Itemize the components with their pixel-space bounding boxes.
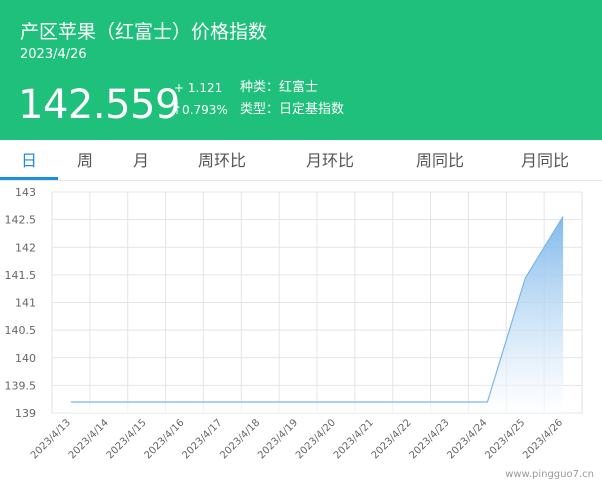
tab-week[interactable]: 周 bbox=[62, 140, 108, 180]
page-title: 产区苹果（红富士）价格指数 bbox=[20, 21, 268, 43]
y-tick-label: 140 bbox=[15, 352, 36, 365]
price-change-percent: ↑0.793% bbox=[172, 103, 228, 117]
y-tick-label: 139.5 bbox=[5, 379, 37, 392]
x-tick-label: 2023/4/24 bbox=[445, 417, 489, 461]
tab-month[interactable]: 月 bbox=[118, 140, 164, 180]
tab-day[interactable]: 日 bbox=[0, 140, 58, 180]
x-tick-label: 2023/4/22 bbox=[370, 417, 414, 461]
y-tick-label: 141.5 bbox=[5, 269, 37, 282]
index-price: 142.559 bbox=[18, 82, 180, 128]
x-tick-label: 2023/4/26 bbox=[521, 417, 565, 461]
y-tick-label: 139 bbox=[15, 407, 36, 420]
tab-week-year-over-year[interactable]: 周同比 bbox=[400, 140, 480, 180]
tab-month-year-over-year[interactable]: 月同比 bbox=[505, 140, 585, 180]
period-tabs: 日 周 月 周环比 月环比 周同比 月同比 bbox=[0, 140, 602, 181]
price-index-chart: 139 139.5 140 140.5 141 141.5 142 142.5 143 2023… bbox=[5, 186, 583, 461]
x-tick-label: 2023/4/16 bbox=[143, 417, 187, 461]
y-tick-label: 142 bbox=[15, 241, 36, 254]
x-tick-label: 2023/4/23 bbox=[408, 417, 452, 461]
watermark: www.pingguo7.cn bbox=[505, 469, 594, 480]
variety-label: 种类：红富士 bbox=[240, 80, 319, 95]
price-change: + 1.121 bbox=[174, 81, 223, 95]
tab-week-over-week[interactable]: 周环比 bbox=[182, 140, 262, 180]
x-tick-label: 2023/4/14 bbox=[67, 417, 111, 461]
x-tick-label: 2023/4/19 bbox=[256, 417, 300, 461]
x-tick-label: 2023/4/17 bbox=[180, 417, 224, 461]
header: 产区苹果（红富士）价格指数 2023/4/26 142.559 + 1.121 … bbox=[0, 0, 602, 140]
y-tick-label: 142.5 bbox=[5, 214, 37, 227]
x-tick-label: 2023/4/18 bbox=[218, 417, 262, 461]
x-tick-label: 2023/4/15 bbox=[105, 417, 149, 461]
x-tick-label: 2023/4/25 bbox=[483, 417, 527, 461]
x-tick-label: 2023/4/21 bbox=[332, 417, 376, 461]
type-label: 类型：日定基指数 bbox=[240, 102, 345, 117]
y-tick-label: 141 bbox=[15, 297, 36, 310]
x-tick-label: 2023/4/20 bbox=[294, 417, 338, 461]
tab-month-over-month[interactable]: 月环比 bbox=[290, 140, 370, 180]
y-tick-label: 140.5 bbox=[5, 324, 37, 337]
y-tick-label: 143 bbox=[15, 186, 36, 199]
index-date: 2023/4/26 bbox=[20, 47, 87, 62]
x-tick-label: 2023/4/13 bbox=[29, 417, 73, 461]
